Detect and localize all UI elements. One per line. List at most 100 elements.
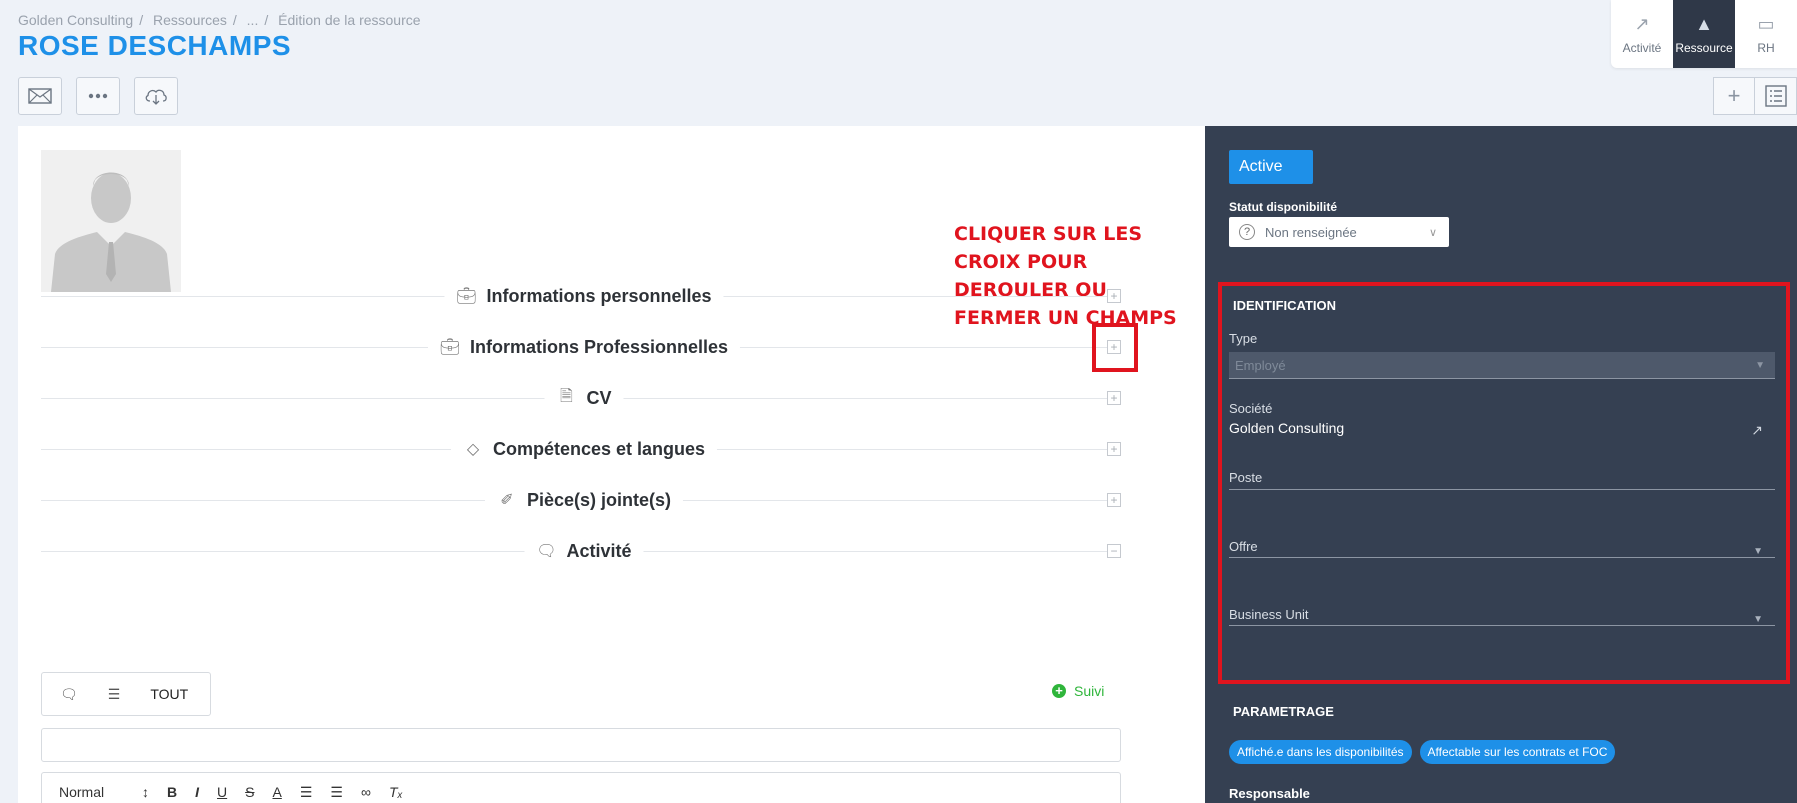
expand-toggle[interactable]: + <box>1107 391 1121 405</box>
bullet-list-icon[interactable]: ☰ <box>330 784 343 801</box>
module-label: Activité <box>1622 40 1662 55</box>
availability-label: Statut disponibilité <box>1229 200 1337 214</box>
section-cv[interactable]: 🗎 CV + <box>41 383 1121 413</box>
folder-icon: ▭ <box>1757 13 1775 34</box>
updown-icon: ↕ <box>142 784 149 800</box>
action-toolbar <box>18 77 178 115</box>
section-title: Pièce(s) jointe(s) <box>526 489 672 510</box>
breadcrumb: Golden Consulting / Ressources / ... / Édit… <box>18 12 421 28</box>
page-title: ROSE DESCHAMPS <box>18 30 292 61</box>
section-title: Informations Professionnelles <box>469 336 729 357</box>
section-activity[interactable]: 🗨︎ Activité − <box>41 536 1121 566</box>
more-actions-button[interactable] <box>76 77 120 115</box>
breadcrumb-item-current: Édition de la ressource <box>278 12 421 28</box>
ordered-list-icon[interactable]: ☰ <box>300 784 313 801</box>
collapse-toggle[interactable]: − <box>1107 544 1121 558</box>
resource-sidebar: Active Statut disponibilité ? Non rensei… <box>1205 126 1797 803</box>
type-label: Type <box>1229 331 1258 346</box>
main-panel: CLIQUER SUR LES CROIX POUR DEROULER OU F… <box>18 126 1205 803</box>
module-resource[interactable]: ▲ Ressource <box>1673 0 1735 68</box>
suivi-button[interactable]: + Suivi <box>1052 683 1104 699</box>
envelope-icon <box>28 88 52 104</box>
chip-availability[interactable]: Affiché.e dans les disponibilités <box>1229 740 1412 764</box>
briefcase-icon: 💼︎ <box>439 339 461 356</box>
briefcase-icon: 💼︎ <box>456 288 477 305</box>
section-skills-languages[interactable]: ◇ Compétences et langues + <box>41 434 1121 464</box>
manager-label: Responsable <box>1229 786 1310 801</box>
task-list-tab-icon[interactable]: ☰ <box>108 686 121 703</box>
offer-select[interactable] <box>1229 518 1775 558</box>
module-label: RH <box>1757 40 1775 55</box>
chat-icon: 🗨︎ <box>536 543 557 560</box>
type-select[interactable]: Employé ▼ <box>1229 352 1775 379</box>
module-switcher: ↗ Activité ▲ Ressource ▭ RH <box>1611 0 1797 68</box>
expand-toggle[interactable]: + <box>1107 493 1121 507</box>
company-label: Société <box>1229 401 1273 416</box>
person-silhouette-icon <box>41 150 181 292</box>
caret-down-icon: ▼ <box>1753 546 1763 557</box>
format-select[interactable]: Normal ↕ <box>59 784 149 800</box>
text-color-icon[interactable]: A <box>272 784 281 800</box>
expand-toggle[interactable]: + <box>1107 289 1121 303</box>
tab-all[interactable]: TOUT <box>150 686 188 702</box>
business-unit-select[interactable] <box>1229 586 1775 626</box>
chip-assignable[interactable]: Affectable sur les contrats et FOC <box>1419 740 1616 764</box>
caret-down-icon: ▼ <box>1753 614 1763 625</box>
right-tools: + <box>1713 77 1797 115</box>
section-personal-info[interactable]: 💼︎ Informations personnelles + <box>41 281 1121 311</box>
company-value: Golden Consulting <box>1229 420 1345 436</box>
paperclip-icon: ✐ <box>500 492 514 509</box>
underline-icon[interactable]: U <box>217 784 227 800</box>
plus-icon: + <box>1727 83 1741 108</box>
settings-chips: Affiché.e dans les disponibilités Affect… <box>1229 740 1616 764</box>
avatar[interactable] <box>41 150 181 292</box>
section-title: Compétences et langues <box>492 438 706 459</box>
breadcrumb-item-company[interactable]: Golden Consulting <box>18 12 133 28</box>
module-activity[interactable]: ↗ Activité <box>1611 0 1673 68</box>
download-button[interactable] <box>134 77 178 115</box>
link-icon[interactable]: ∞ <box>361 784 371 800</box>
external-link-icon[interactable]: ↗ <box>1751 422 1763 439</box>
strikethrough-icon[interactable]: S <box>245 784 254 800</box>
section-attachments[interactable]: ✐ Pièce(s) jointe(s) + <box>41 485 1121 515</box>
expand-toggle[interactable]: + <box>1107 442 1121 456</box>
activity-tabs: 🗨︎ ☰ TOUT <box>41 672 211 716</box>
plus-circle-icon: + <box>1052 684 1066 698</box>
highlight-frame <box>1092 323 1138 372</box>
rich-text-toolbar: Normal ↕ B I U S A ☰ ☰ ∞ Tₓ <box>41 772 1121 803</box>
module-hr[interactable]: ▭ RH <box>1735 0 1797 68</box>
bold-icon[interactable]: B <box>167 784 177 800</box>
caret-down-icon: ▼ <box>1755 360 1765 371</box>
settings-title: PARAMETRAGE <box>1233 704 1334 719</box>
clear-format-icon[interactable]: Tₓ <box>389 784 403 800</box>
breadcrumb-item-ellipsis[interactable]: ... <box>247 12 259 28</box>
question-icon: ? <box>1239 224 1255 240</box>
status-badge[interactable]: Active <box>1229 150 1313 184</box>
graduation-cap-icon: ◇ <box>466 441 480 458</box>
availability-select[interactable]: ? Non renseignée ∨ <box>1229 217 1449 247</box>
email-button[interactable] <box>18 77 62 115</box>
activity-subject-input[interactable] <box>41 728 1121 762</box>
position-input[interactable] <box>1229 450 1775 490</box>
list-icon <box>1764 85 1787 107</box>
document-icon: 🗎 <box>560 387 573 405</box>
section-title: Activité <box>566 540 632 561</box>
add-button[interactable]: + <box>1713 77 1755 115</box>
cloud-download-icon <box>145 89 167 105</box>
chart-icon: ↗ <box>1634 13 1650 34</box>
module-label: Ressource <box>1675 40 1733 55</box>
identification-title: IDENTIFICATION <box>1233 298 1337 313</box>
comment-tab-icon[interactable]: 🗨︎ <box>60 686 78 703</box>
breadcrumb-item-resources[interactable]: Ressources <box>153 12 227 28</box>
availability-value: Non renseignée <box>1265 224 1357 240</box>
section-title: CV <box>586 387 612 408</box>
italic-icon[interactable]: I <box>195 784 199 800</box>
person-icon: ▲ <box>1695 13 1713 34</box>
section-title: Informations personnelles <box>486 285 712 306</box>
chevron-down-icon: ∨ <box>1428 226 1437 239</box>
list-view-button[interactable] <box>1755 77 1797 115</box>
section-professional-info[interactable]: 💼︎ Informations Professionnelles + <box>41 332 1121 362</box>
type-value: Employé <box>1235 358 1286 373</box>
more-dots-icon <box>88 93 108 99</box>
instruction-annotation: CLIQUER SUR LES CROIX POUR DEROULER OU F… <box>954 223 1177 329</box>
